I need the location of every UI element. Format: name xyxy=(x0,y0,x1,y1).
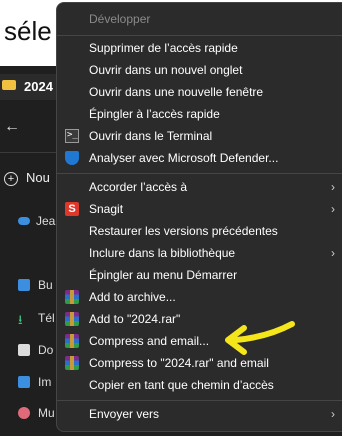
menu-item-label: Add to "2024.rar" xyxy=(89,312,181,326)
menu-item-label: Copier en tant que chemin d’accès xyxy=(89,378,274,392)
menu-separator xyxy=(57,173,342,174)
menu-item-label: Compress and email... xyxy=(89,334,210,348)
cloud-icon xyxy=(18,217,30,225)
menu-item-add-to-archive[interactable]: Add to archive... xyxy=(57,286,342,308)
sidebar-item-downloads[interactable]: ⭳ Tél xyxy=(18,311,55,327)
sidebar-item-label: Bu xyxy=(38,278,53,292)
menu-item-pin-start[interactable]: Épingler au menu Démarrer xyxy=(57,264,342,286)
chevron-right-icon: › xyxy=(331,202,335,216)
menu-item-label: Analyser avec Microsoft Defender... xyxy=(89,151,279,165)
document-icon xyxy=(18,344,30,356)
menu-item-label: Épingler à l’accès rapide xyxy=(89,107,220,121)
menu-item-remove-quick-access[interactable]: Supprimer de l’accès rapide xyxy=(57,37,342,59)
menu-item-give-access[interactable]: Accorder l’accès à › xyxy=(57,176,342,198)
menu-item-open-terminal[interactable]: >_ Ouvrir dans le Terminal xyxy=(57,125,342,147)
new-button[interactable]: + Nou xyxy=(4,170,50,186)
chevron-right-icon: › xyxy=(331,246,335,260)
menu-item-label: Ouvrir dans un nouvel onglet xyxy=(89,63,243,77)
menu-item-defender-scan[interactable]: Analyser avec Microsoft Defender... xyxy=(57,147,342,169)
menu-item-label: Snagit xyxy=(89,202,124,216)
winrar-icon xyxy=(65,334,79,348)
new-button-label: Nou xyxy=(26,170,50,185)
sidebar-item-label: Im xyxy=(38,375,52,389)
menu-item-label: Développer xyxy=(89,12,151,26)
menu-item-open-new-window[interactable]: Ouvrir dans une nouvelle fenêtre xyxy=(57,81,342,103)
sidebar-item-documents[interactable]: Do xyxy=(18,343,53,357)
sidebar-item-onedrive-label: Jea xyxy=(36,214,56,228)
explorer-tab-label: 2024 xyxy=(24,79,53,94)
defender-shield-icon xyxy=(65,151,79,165)
back-arrow-icon[interactable]: ← xyxy=(4,118,20,136)
menu-item-label: Épingler au menu Démarrer xyxy=(89,268,238,282)
menu-item-compress-rar-email[interactable]: Compress to "2024.rar" and email xyxy=(57,352,342,374)
context-menu: Développer Supprimer de l’accès rapide O… xyxy=(56,2,342,432)
menu-item-label: Ouvrir dans le Terminal xyxy=(89,129,213,143)
menu-item-open-new-tab[interactable]: Ouvrir dans un nouvel onglet xyxy=(57,59,342,81)
sidebar-item-label: Mu xyxy=(38,406,55,420)
background-title-fragment: séle xyxy=(4,16,52,46)
menu-separator xyxy=(57,35,342,36)
sidebar-item-desktop[interactable]: Bu xyxy=(18,278,53,292)
chevron-right-icon: › xyxy=(331,407,335,421)
menu-item-label: Add to archive... xyxy=(89,290,176,304)
snagit-icon: S xyxy=(65,202,79,216)
menu-item-label: Accorder l’accès à xyxy=(89,180,188,194)
download-icon: ⭳ xyxy=(18,312,23,327)
menu-item-label: Restaurer les versions précédentes xyxy=(89,224,278,238)
menu-item-send-to[interactable]: Envoyer vers › xyxy=(57,403,342,425)
menu-item-develop: Développer xyxy=(57,8,342,30)
pictures-icon xyxy=(18,376,30,388)
folder-icon xyxy=(2,80,16,90)
menu-item-snagit[interactable]: S Snagit › xyxy=(57,198,342,220)
menu-item-compress-email[interactable]: Compress and email... xyxy=(57,330,342,352)
menu-item-restore-versions[interactable]: Restaurer les versions précédentes xyxy=(57,220,342,242)
desktop-icon xyxy=(18,279,30,291)
menu-item-add-to-rar[interactable]: Add to "2024.rar" xyxy=(57,308,342,330)
menu-item-label: Ouvrir dans une nouvelle fenêtre xyxy=(89,85,264,99)
plus-icon: + xyxy=(4,172,18,186)
chevron-right-icon: › xyxy=(331,180,335,194)
terminal-icon: >_ xyxy=(65,129,79,143)
menu-item-copy-path[interactable]: Copier en tant que chemin d’accès xyxy=(57,374,342,396)
winrar-icon xyxy=(65,312,79,326)
sidebar-item-label: Do xyxy=(38,343,54,357)
menu-item-pin-quick-access[interactable]: Épingler à l’accès rapide xyxy=(57,103,342,125)
menu-item-label: Supprimer de l’accès rapide xyxy=(89,41,238,55)
winrar-icon xyxy=(65,290,79,304)
winrar-icon xyxy=(65,356,79,370)
sidebar-item-label: Tél xyxy=(38,311,55,325)
sidebar-item-music[interactable]: Mu xyxy=(18,406,55,420)
menu-item-include-library[interactable]: Inclure dans la bibliothèque › xyxy=(57,242,342,264)
menu-item-label: Inclure dans la bibliothèque xyxy=(89,246,236,260)
menu-item-label: Envoyer vers xyxy=(89,407,160,421)
menu-separator xyxy=(57,400,342,401)
music-icon xyxy=(18,407,30,419)
sidebar-item-pictures[interactable]: Im xyxy=(18,375,51,389)
annotation-arrow-icon xyxy=(225,321,295,355)
sidebar-item-onedrive[interactable]: Jea xyxy=(0,214,55,228)
